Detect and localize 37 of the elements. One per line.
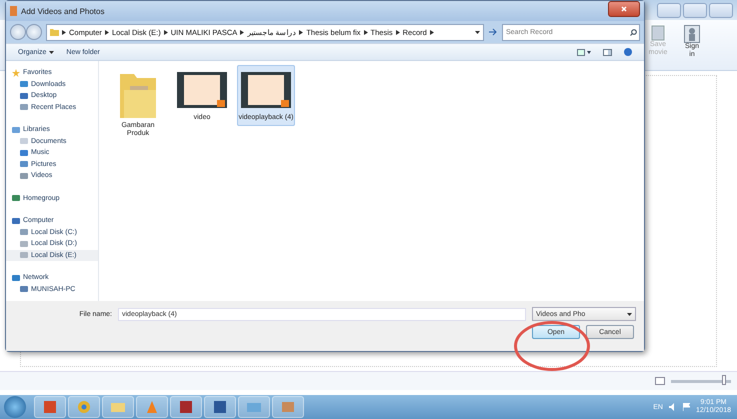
window-title: Add Videos and Photos — [21, 6, 106, 16]
app-icon — [10, 6, 17, 16]
forward-button[interactable] — [26, 24, 42, 40]
taskbar-button[interactable] — [170, 396, 202, 418]
close-button[interactable] — [608, 0, 640, 16]
close-icon — [621, 6, 627, 12]
traffic-cone-icon — [144, 400, 160, 414]
back-button[interactable] — [10, 24, 26, 40]
browser-icon — [76, 400, 92, 414]
start-button[interactable] — [4, 396, 26, 418]
help-icon[interactable] — [624, 48, 632, 56]
refresh-icon[interactable] — [488, 28, 498, 36]
search-icon — [630, 28, 637, 36]
minimize-button[interactable] — [657, 2, 681, 18]
caret-icon — [627, 312, 632, 316]
view-icon[interactable] — [577, 48, 591, 56]
taskbar-button[interactable] — [204, 396, 236, 418]
chevron-icon — [364, 30, 368, 34]
slider-thumb[interactable] — [722, 375, 726, 385]
thumbnail-size-icon[interactable] — [655, 377, 665, 385]
star-icon — [12, 68, 20, 77]
caret-icon[interactable] — [475, 30, 480, 34]
chevron-icon — [62, 30, 66, 34]
speaker-icon[interactable] — [668, 403, 677, 411]
maximize-button[interactable] — [683, 2, 707, 18]
chevron-icon — [396, 30, 400, 34]
person-icon — [684, 25, 700, 43]
chevron-icon — [164, 30, 168, 34]
chevron-icon — [430, 30, 434, 34]
taskbar-button[interactable] — [68, 396, 100, 418]
flag-icon[interactable] — [682, 403, 690, 411]
chevron-icon — [240, 30, 244, 34]
caret-icon — [49, 50, 54, 54]
chevron-icon — [299, 30, 304, 34]
taskbar-button[interactable] — [34, 396, 66, 418]
chevron-icon — [104, 30, 109, 34]
pane-icon[interactable] — [603, 48, 612, 56]
